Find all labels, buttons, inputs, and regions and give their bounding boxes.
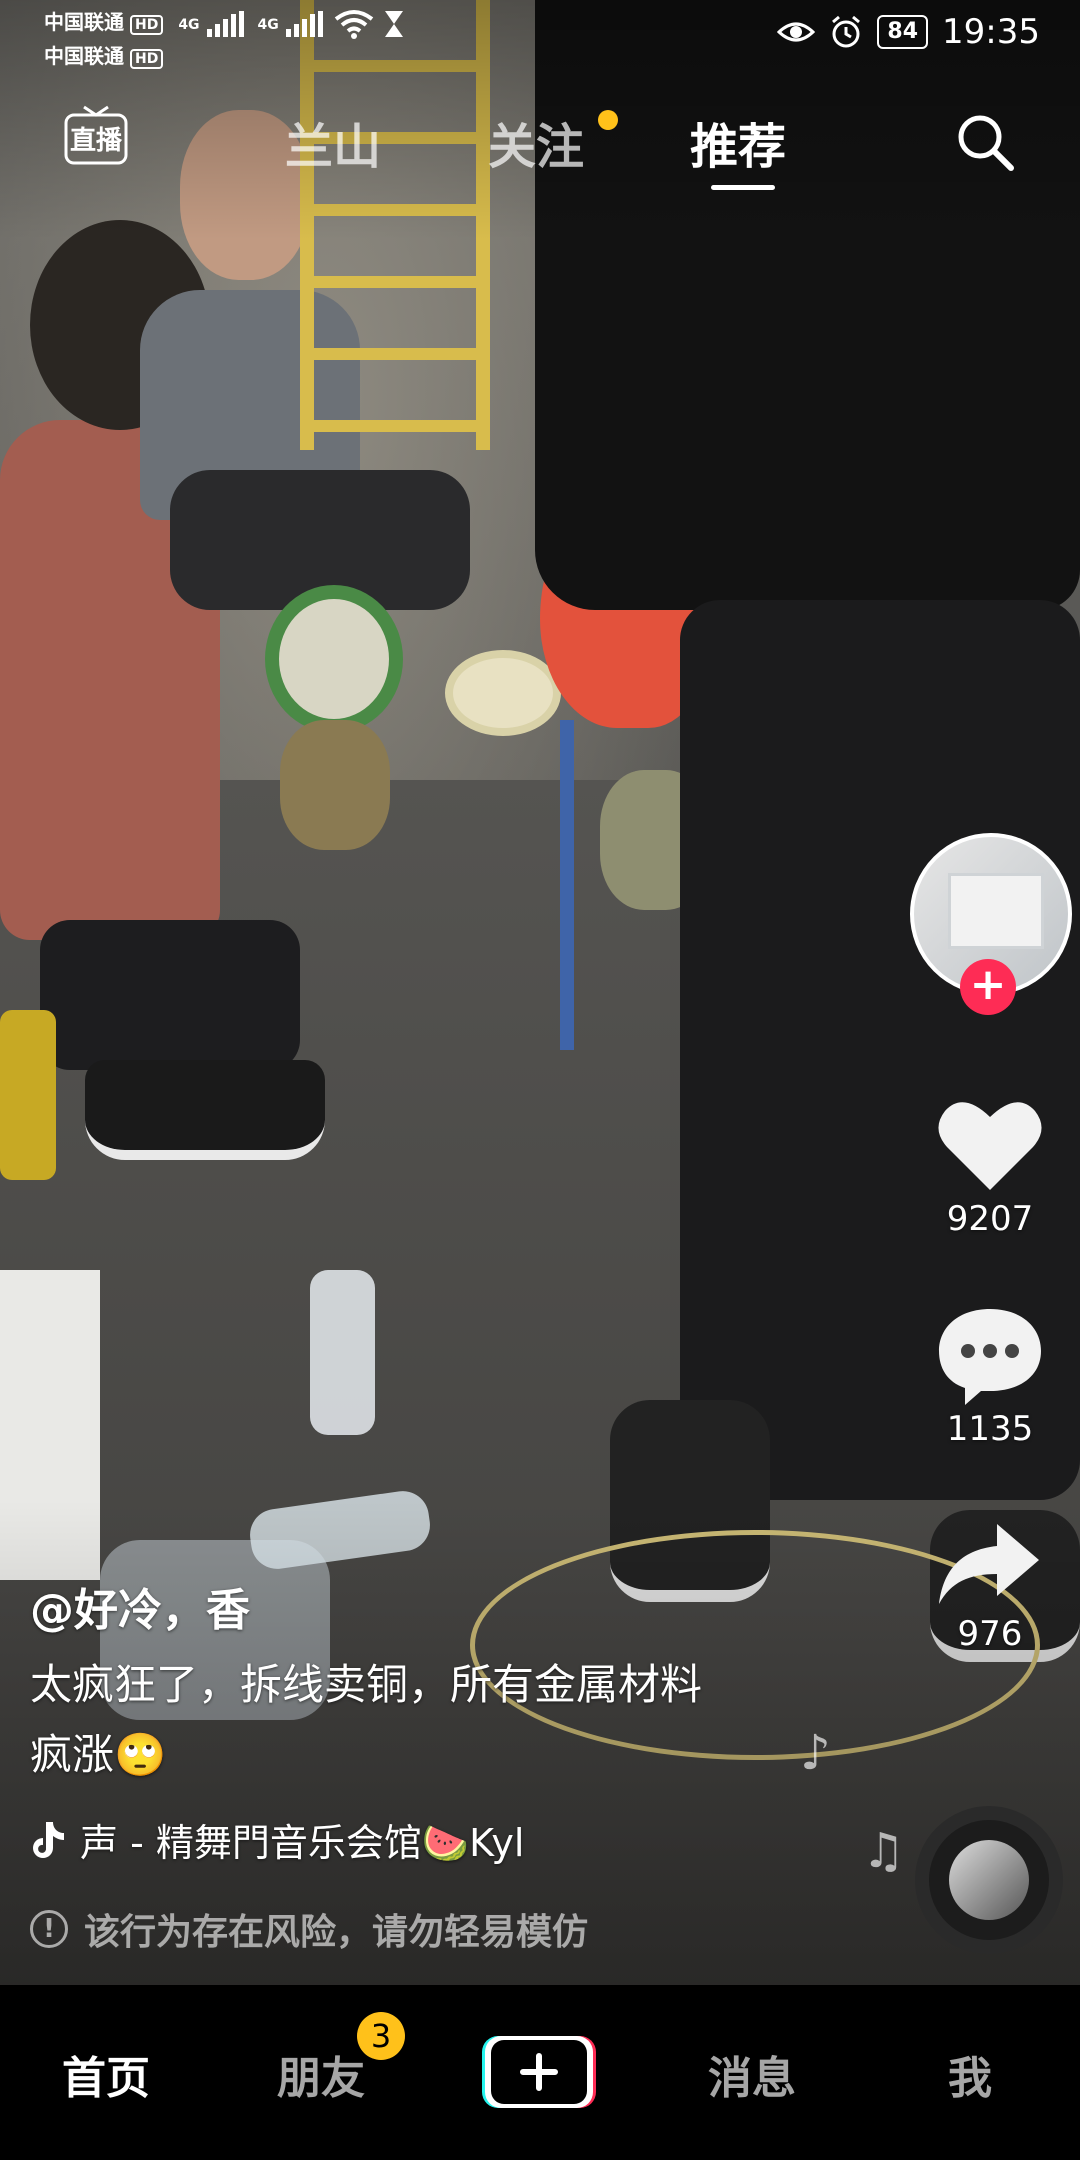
network-type-2: 4G: [257, 17, 279, 33]
wire-coil: [265, 585, 403, 733]
share-icon: [939, 1524, 1039, 1604]
share-count: 976: [957, 1614, 1023, 1654]
network-type: 4G: [178, 17, 200, 33]
water-bottle: [310, 1270, 375, 1435]
post-description[interactable]: 太疯狂了，拆线卖铜，所有金属材料 疯涨🙄: [30, 1650, 770, 1790]
signal-icon: [206, 10, 244, 37]
heart-icon: [938, 1102, 1042, 1190]
nav-friends[interactable]: 朋友: [277, 2042, 365, 2106]
tab-lanshan[interactable]: 兰山: [285, 107, 381, 177]
carrier-2-label: 中国联通: [44, 44, 124, 68]
carrier-1-label: 中国联通: [44, 10, 124, 34]
signal-icon-2: [285, 10, 323, 37]
alarm-icon: [832, 15, 861, 48]
active-tab-indicator: [711, 185, 775, 190]
tape-roll: [445, 650, 561, 736]
following-new-dot: [598, 110, 618, 130]
hd-badge-2: HD: [130, 49, 164, 69]
tab-recommended[interactable]: 推荐: [690, 107, 786, 177]
wifi-icon: [334, 9, 373, 39]
person-left-shoe: [85, 1060, 325, 1160]
carrier-1: 中国联通 HD 4G 4G: [44, 6, 406, 39]
status-right: 84 19:35: [777, 12, 1040, 52]
carrier-2: 中国联通 HD: [44, 40, 164, 69]
author-name[interactable]: @好冷，香: [30, 1574, 250, 1638]
svg-text:直播: 直播: [70, 126, 123, 156]
music-title: 声 - 精舞門音乐会馆🍉Kyl: [80, 1821, 525, 1865]
follow-button[interactable]: +: [960, 959, 1016, 1015]
friends-badge: 3: [357, 2012, 405, 2060]
warning-icon: !: [30, 1910, 68, 1948]
risk-warning: ! 该行为存在风险，请勿轻易模仿: [30, 1903, 588, 1955]
description-line-1: 太疯狂了，拆线卖铜，所有金属材料: [30, 1660, 703, 1709]
like-count: 9207: [946, 1199, 1034, 1239]
hd-badge: HD: [130, 15, 164, 35]
warning-text: 该行为存在风险，请勿轻易模仿: [84, 1912, 589, 1953]
clock: 19:35: [942, 12, 1040, 52]
share-button[interactable]: 976: [925, 1520, 1055, 1654]
battery-level: 84: [887, 19, 919, 44]
comment-button[interactable]: 1135: [925, 1305, 1055, 1449]
nav-messages[interactable]: 消息: [708, 2042, 796, 2106]
live-icon[interactable]: 直播: [62, 105, 130, 169]
music-note-icon: ♪: [800, 1725, 831, 1781]
battery-indicator: 84: [877, 15, 929, 49]
spool-stack: [280, 720, 390, 850]
music-note-icon-2: ♫: [862, 1823, 906, 1879]
hourglass-icon: [384, 10, 403, 37]
tiktok-music-icon: [33, 1821, 64, 1858]
description-line-2: 疯涨🙄: [30, 1730, 167, 1779]
tab-following[interactable]: 关注: [488, 107, 584, 177]
like-button[interactable]: 9207: [925, 1095, 1055, 1239]
music-disc[interactable]: [915, 1806, 1063, 1954]
create-button[interactable]: [480, 2032, 598, 2112]
comment-count: 1135: [946, 1409, 1034, 1449]
music-info[interactable]: 声 - 精舞門音乐会馆🍉Kyl: [30, 1812, 570, 1867]
status-bar: 中国联通 HD 4G 4G 中国联通 HD 84 19:35: [0, 0, 1080, 72]
music-cover: [949, 1840, 1029, 1920]
search-icon[interactable]: [953, 110, 1017, 174]
eye-comfort-icon: [777, 22, 816, 42]
person-left-legs: [40, 920, 300, 1070]
yellow-cylinder: [0, 1010, 56, 1180]
nav-home[interactable]: 首页: [62, 2042, 150, 2106]
comment-icon: [939, 1309, 1041, 1405]
avatar-image: [948, 873, 1044, 949]
nav-me[interactable]: 我: [948, 2042, 992, 2106]
